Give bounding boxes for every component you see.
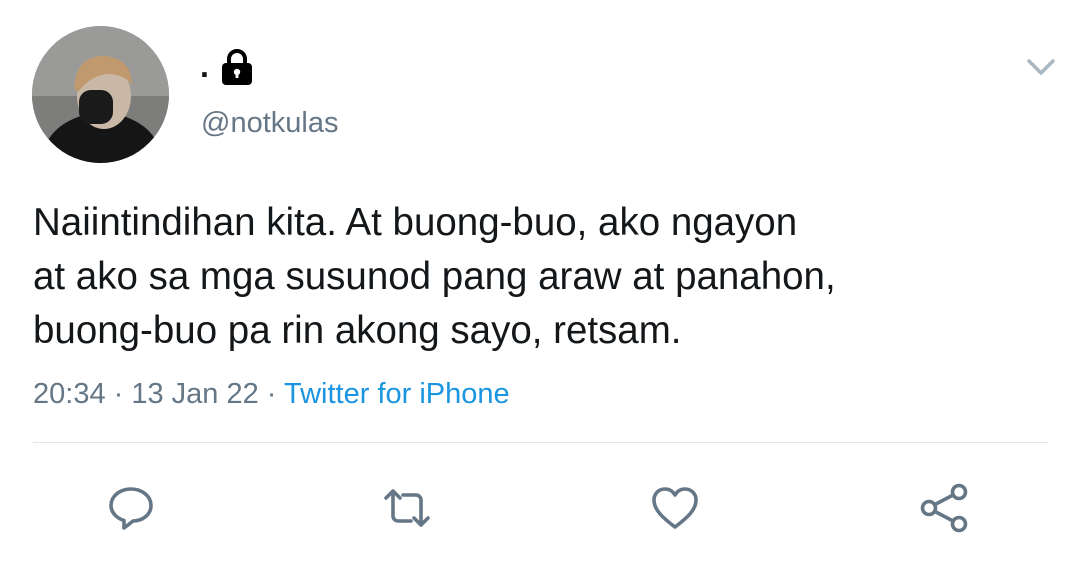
profile-photo <box>32 26 169 163</box>
share-button[interactable] <box>918 481 972 535</box>
tweet-meta: 20:34 · 13 Jan 22 · Twitter for iPhone <box>33 374 510 414</box>
meta-separator: · <box>258 378 284 410</box>
avatar[interactable] <box>32 26 169 163</box>
tweet-text: Naiintindihan kita. At buong-buo, ako ng… <box>33 196 1043 358</box>
author-name-row[interactable]: . <box>200 46 257 86</box>
tweet-text-line: at ako sa mga susunod pang araw at panah… <box>33 255 836 298</box>
retweet-button[interactable] <box>380 481 434 535</box>
reply-button[interactable] <box>104 481 158 535</box>
divider <box>33 442 1048 443</box>
display-name[interactable]: . <box>200 46 209 86</box>
author-handle[interactable]: @notkulas <box>201 104 338 142</box>
tweet-time: 20:34 <box>33 378 106 410</box>
like-icon <box>652 487 698 529</box>
tweet-text-line: buong-buo pa rin akong sayo, retsam. <box>33 309 682 352</box>
reply-icon <box>109 487 153 530</box>
tweet-source-link[interactable]: Twitter for iPhone <box>284 378 510 410</box>
share-icon <box>920 483 968 533</box>
tweet-date: 13 Jan 22 <box>131 378 259 410</box>
tweet-text-line: Naiintindihan kita. At buong-buo, ako ng… <box>33 201 798 244</box>
retweet-icon <box>384 489 430 527</box>
chevron-down-icon[interactable] <box>1023 52 1059 80</box>
like-button[interactable] <box>648 481 702 535</box>
lock-icon <box>217 46 257 86</box>
meta-separator: · <box>105 378 132 410</box>
